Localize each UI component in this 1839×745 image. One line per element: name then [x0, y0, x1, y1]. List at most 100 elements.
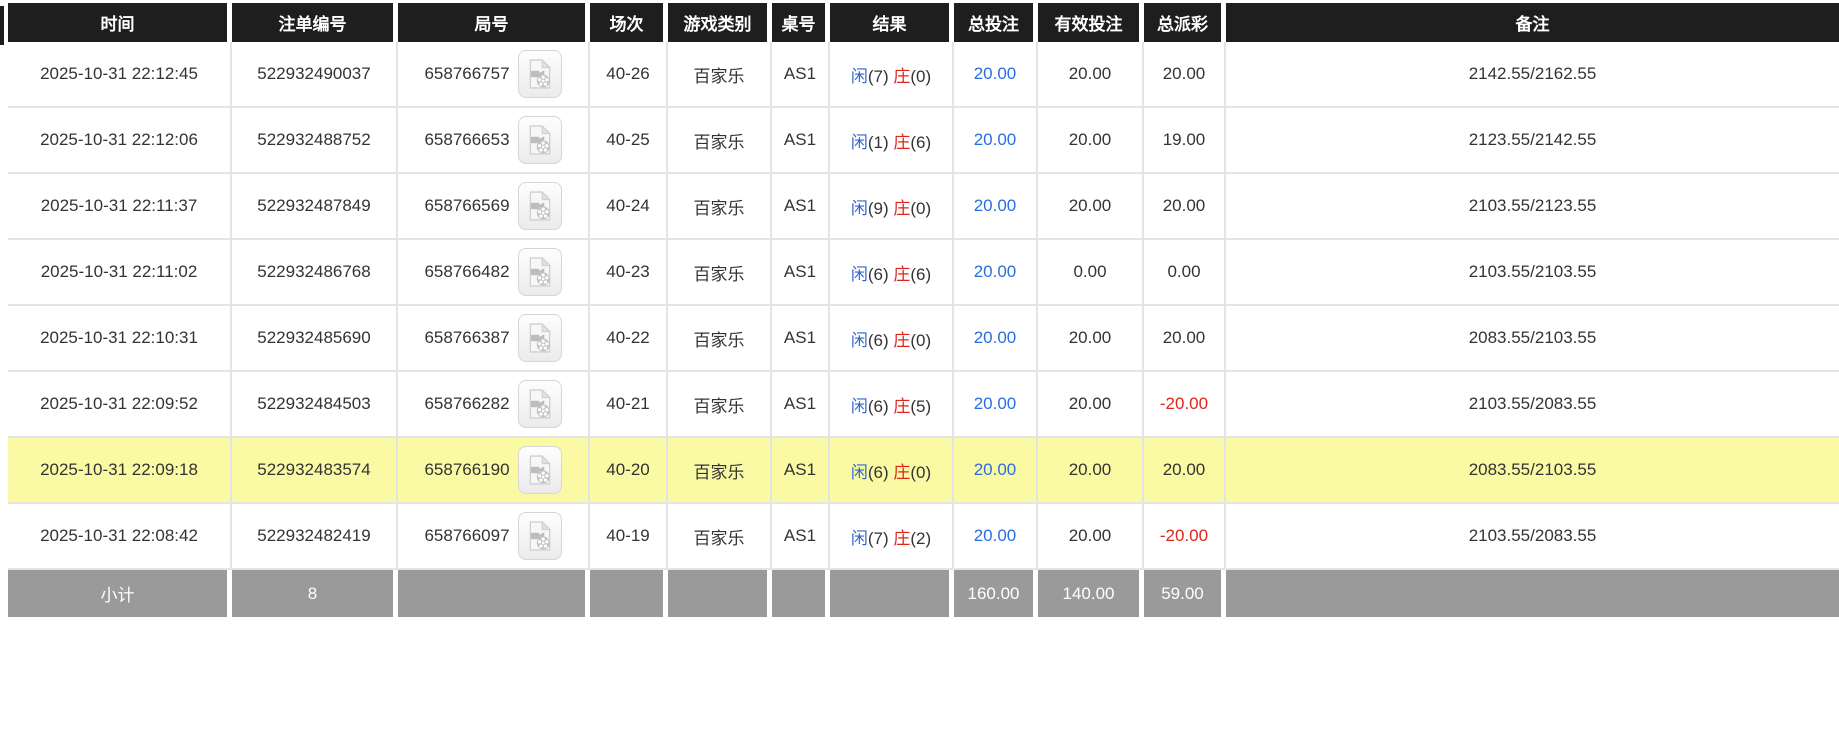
cell-valid-bet: 20.00 [1038, 372, 1144, 438]
cell-table-no: AS1 [772, 306, 830, 372]
cell-time: 2025-10-31 22:11:02 [8, 240, 232, 306]
cell-remark: 2123.55/2142.55 [1226, 108, 1839, 174]
total-bet-link[interactable]: 20.00 [974, 64, 1017, 83]
video-replay-button[interactable] [517, 314, 562, 362]
cell-session: 40-22 [590, 306, 668, 372]
cell-session: 40-20 [590, 438, 668, 504]
cell-time: 2025-10-31 22:08:42 [8, 504, 232, 570]
round-number: 658766097 [424, 526, 510, 545]
total-bet-link[interactable]: 20.00 [974, 130, 1017, 149]
bet-history-table: 时间 注单编号 局号 场次 游戏类别 桌号 结果 总投注 有效投注 总派彩 备注… [8, 3, 1839, 617]
result-banker-value: (0) [910, 66, 932, 86]
cell-game-type: 百家乐 [668, 438, 772, 504]
result-banker-value: (0) [910, 462, 932, 482]
video-file-icon [527, 59, 553, 89]
total-bet-link[interactable]: 20.00 [974, 526, 1017, 545]
table-row[interactable]: 2025-10-31 22:12:45 522932490037 6587667… [8, 42, 1839, 108]
cell-game-type: 百家乐 [668, 240, 772, 306]
video-replay-button[interactable] [517, 380, 562, 428]
cell-valid-bet: 0.00 [1038, 240, 1144, 306]
cell-bet-id: 522932490037 [232, 42, 398, 108]
result-banker-value: (5) [910, 396, 932, 416]
table-row[interactable]: 2025-10-31 22:11:02 522932486768 6587664… [8, 240, 1839, 306]
video-file-icon [527, 455, 553, 485]
cell-table-no: AS1 [772, 438, 830, 504]
cell-total-payout: 0.00 [1144, 240, 1226, 306]
table-footer: 小计 8 160.00 140.00 59.00 [8, 570, 1839, 617]
video-replay-button[interactable] [517, 50, 562, 98]
video-replay-button[interactable] [517, 512, 562, 560]
cell-total-bet: 20.00 [954, 306, 1038, 372]
cell-total-payout: 20.00 [1144, 174, 1226, 240]
cell-bet-id: 522932485690 [232, 306, 398, 372]
result-banker-label: 庄 [893, 132, 911, 152]
video-replay-button[interactable] [517, 446, 562, 494]
table-body: 2025-10-31 22:12:45 522932490037 6587667… [8, 42, 1839, 570]
table-row[interactable]: 2025-10-31 22:09:52 522932484503 6587662… [8, 372, 1839, 438]
video-replay-button[interactable] [517, 116, 562, 164]
round-number: 658766757 [424, 64, 510, 83]
video-replay-button[interactable] [517, 182, 562, 230]
cell-total-payout: -20.00 [1144, 504, 1226, 570]
result-banker-label: 庄 [893, 198, 911, 218]
total-bet-link[interactable]: 20.00 [974, 328, 1017, 347]
col-header-time: 时间 [8, 3, 232, 42]
cell-bet-id: 522932486768 [232, 240, 398, 306]
cell-total-payout: -20.00 [1144, 372, 1226, 438]
cell-round-no: 658766757 [398, 42, 590, 108]
round-number: 658766282 [424, 394, 510, 413]
cell-result: 闲(6) 庄(0) [830, 306, 954, 372]
table-row[interactable]: 2025-10-31 22:10:31 522932485690 6587663… [8, 306, 1839, 372]
cell-total-bet: 20.00 [954, 438, 1038, 504]
result-player-value: (6) [867, 330, 889, 350]
cell-table-no: AS1 [772, 174, 830, 240]
cell-result: 闲(1) 庄(6) [830, 108, 954, 174]
cell-valid-bet: 20.00 [1038, 108, 1144, 174]
left-edge-sliver [0, 6, 4, 45]
result-banker-label: 庄 [893, 528, 911, 548]
result-banker-value: (2) [910, 528, 932, 548]
result-player-label: 闲 [850, 66, 868, 86]
result-player-value: (7) [867, 66, 889, 86]
cell-total-payout: 19.00 [1144, 108, 1226, 174]
cell-game-type: 百家乐 [668, 372, 772, 438]
cell-remark: 2103.55/2103.55 [1226, 240, 1839, 306]
table-row[interactable]: 2025-10-31 22:08:42 522932482419 6587660… [8, 504, 1839, 570]
cell-game-type: 百家乐 [668, 504, 772, 570]
total-bet-link[interactable]: 20.00 [974, 262, 1017, 281]
cell-remark: 2142.55/2162.55 [1226, 42, 1839, 108]
cell-session: 40-19 [590, 504, 668, 570]
cell-table-no: AS1 [772, 240, 830, 306]
cell-session: 40-25 [590, 108, 668, 174]
round-number: 658766387 [424, 328, 510, 347]
table-row[interactable]: 2025-10-31 22:11:37 522932487849 6587665… [8, 174, 1839, 240]
result-player-value: (6) [867, 462, 889, 482]
cell-total-bet: 20.00 [954, 504, 1038, 570]
total-bet-link[interactable]: 20.00 [974, 196, 1017, 215]
round-number: 658766569 [424, 196, 510, 215]
total-bet-link[interactable]: 20.00 [974, 460, 1017, 479]
table-row[interactable]: 2025-10-31 22:09:18 522932483574 6587661… [8, 438, 1839, 504]
cell-result: 闲(6) 庄(6) [830, 240, 954, 306]
total-bet-link[interactable]: 20.00 [974, 394, 1017, 413]
cell-bet-id: 522932484503 [232, 372, 398, 438]
video-replay-button[interactable] [517, 248, 562, 296]
bet-history-page: 时间 注单编号 局号 场次 游戏类别 桌号 结果 总投注 有效投注 总派彩 备注… [0, 3, 1839, 745]
subtotal-total-payout: 59.00 [1144, 570, 1226, 617]
cell-time: 2025-10-31 22:12:45 [8, 42, 232, 108]
cell-remark: 2103.55/2083.55 [1226, 504, 1839, 570]
result-banker-value: (0) [910, 198, 932, 218]
cell-round-no: 658766387 [398, 306, 590, 372]
cell-time: 2025-10-31 22:10:31 [8, 306, 232, 372]
cell-result: 闲(7) 庄(2) [830, 504, 954, 570]
round-number: 658766190 [424, 460, 510, 479]
table-row[interactable]: 2025-10-31 22:12:06 522932488752 6587666… [8, 108, 1839, 174]
cell-bet-id: 522932488752 [232, 108, 398, 174]
cell-remark: 2083.55/2103.55 [1226, 306, 1839, 372]
result-player-label: 闲 [850, 528, 868, 548]
cell-total-bet: 20.00 [954, 174, 1038, 240]
video-file-icon [527, 521, 553, 551]
cell-valid-bet: 20.00 [1038, 438, 1144, 504]
col-header-valid-bet: 有效投注 [1038, 3, 1144, 42]
cell-result: 闲(7) 庄(0) [830, 42, 954, 108]
